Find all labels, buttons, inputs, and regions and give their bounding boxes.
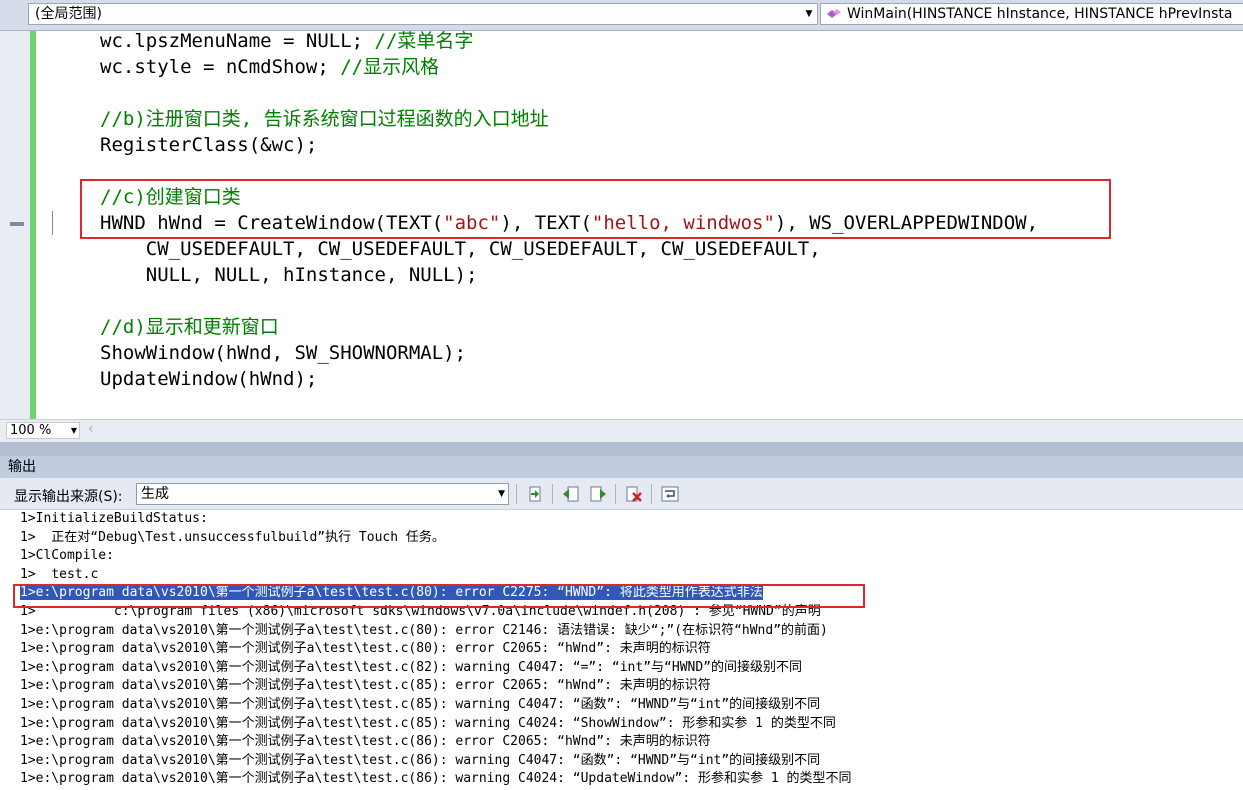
output-line[interactable]: 1>e:\program data\vs2010\第一个测试例子a\test\t… xyxy=(20,715,851,734)
output-line[interactable]: 1>e:\program data\vs2010\第一个测试例子a\test\t… xyxy=(20,696,851,715)
output-panel: 输出 显示输出来源(S): 生成 ▼ 1>InitializeBuildStat… xyxy=(0,456,1243,790)
toolbar-separator xyxy=(615,484,616,504)
code-line[interactable]: NULL, NULL, hInstance, NULL); xyxy=(100,262,1038,288)
toolbar-separator xyxy=(651,484,652,504)
zoom-value: 100 % xyxy=(10,423,52,438)
output-line[interactable]: 1>e:\program data\vs2010\第一个测试例子a\test\t… xyxy=(20,659,851,678)
previous-message-icon[interactable] xyxy=(561,484,581,504)
toggle-word-wrap-icon[interactable] xyxy=(660,484,680,504)
current-line-marker xyxy=(10,222,24,226)
output-line[interactable]: 1>e:\program data\vs2010\第一个测试例子a\test\t… xyxy=(20,622,851,641)
clear-all-icon[interactable] xyxy=(624,484,644,504)
code-line[interactable]: CW_USEDEFAULT, CW_USEDEFAULT, CW_USEDEFA… xyxy=(100,236,1038,262)
editor-status-bar: 100 % ▼ ‹ xyxy=(0,419,1243,442)
code-line[interactable]: RegisterClass(&wc); xyxy=(100,132,1038,158)
chevron-down-icon[interactable]: ▼ xyxy=(801,4,817,24)
output-line[interactable]: 1>e:\program data\vs2010\第一个测试例子a\test\t… xyxy=(20,677,851,696)
output-panel-title: 输出 xyxy=(0,456,1243,478)
scope-dropdown-value: (全局范围) xyxy=(35,6,102,22)
zoom-dropdown[interactable]: 100 % ▼ xyxy=(6,422,80,439)
output-line[interactable]: 1>ClCompile: xyxy=(20,547,851,566)
toolbar-separator xyxy=(516,484,517,504)
output-source-value: 生成 xyxy=(141,486,169,502)
output-line[interactable]: 1>e:\program data\vs2010\第一个测试例子a\test\t… xyxy=(20,733,851,752)
code-line[interactable]: UpdateWindow(hWnd); xyxy=(100,366,1038,392)
output-line[interactable]: 1>e:\program data\vs2010\第一个测试例子a\test\t… xyxy=(20,752,851,771)
code-line[interactable]: wc.style = nCmdShow; //显示风格 xyxy=(100,54,1038,80)
outline-line xyxy=(52,211,53,235)
scope-dropdown[interactable]: (全局范围) ▼ xyxy=(28,3,818,25)
navigation-bar: (全局范围) ▼ WinMain(HINSTANCE hInstance, HI… xyxy=(0,0,1243,31)
output-lines[interactable]: 1>InitializeBuildStatus: 1> 正在对“Debug\Tes… xyxy=(20,510,851,789)
code-line[interactable]: //b)注册窗口类, 告诉系统窗口过程函数的入口地址 xyxy=(100,106,1038,132)
output-source-dropdown[interactable]: 生成 ▼ xyxy=(136,483,509,505)
chevron-down-icon[interactable]: ▼ xyxy=(498,484,505,504)
code-editor[interactable]: wc.lpszMenuName = NULL; //菜单名字 wc.style =… xyxy=(0,31,1243,419)
output-line[interactable]: 1>InitializeBuildStatus: xyxy=(20,510,851,529)
output-source-label: 显示输出来源(S): xyxy=(14,489,123,505)
member-dropdown-value: WinMain(HINSTANCE hInstance, HINSTANCE h… xyxy=(847,6,1233,22)
chevron-down-icon[interactable]: ▼ xyxy=(71,423,77,438)
code-line[interactable]: wc.lpszMenuName = NULL; //菜单名字 xyxy=(100,31,1038,54)
output-annotation-box xyxy=(13,584,865,608)
code-line[interactable]: ShowWindow(hWnd, SW_SHOWNORMAL); xyxy=(100,340,1038,366)
output-line[interactable]: 1>e:\program data\vs2010\第一个测试例子a\test\t… xyxy=(20,640,851,659)
toolbar-separator xyxy=(552,484,553,504)
scroll-left-icon[interactable]: ‹ xyxy=(88,421,94,437)
code-line[interactable]: //d)显示和更新窗口 xyxy=(100,314,1038,340)
code-annotation-box xyxy=(80,179,1111,239)
output-line[interactable]: 1> 正在对“Debug\Test.unsuccessfulbuild”执行 T… xyxy=(20,529,851,548)
output-line[interactable]: 1>e:\program data\vs2010\第一个测试例子a\test\t… xyxy=(20,770,851,789)
next-message-icon[interactable] xyxy=(588,484,608,504)
code-line[interactable] xyxy=(100,80,1038,106)
method-icon xyxy=(827,9,841,18)
output-text-area[interactable]: 1>InitializeBuildStatus: 1> 正在对“Debug\Tes… xyxy=(0,510,1243,790)
go-to-location-icon[interactable] xyxy=(525,484,545,504)
output-toolbar: 显示输出来源(S): 生成 ▼ xyxy=(0,478,1243,510)
member-dropdown[interactable]: WinMain(HINSTANCE hInstance, HINSTANCE h… xyxy=(820,3,1243,25)
panel-splitter[interactable] xyxy=(0,442,1243,456)
code-line[interactable] xyxy=(100,288,1038,314)
output-line[interactable]: 1> test.c xyxy=(20,566,851,585)
change-tracking-bar xyxy=(30,31,36,419)
